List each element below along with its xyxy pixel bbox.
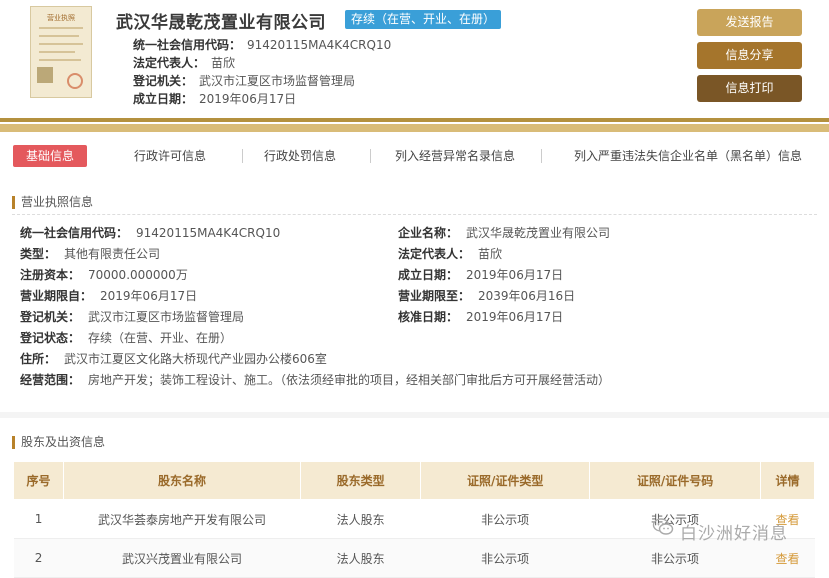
legal-rep-value: 苗欣 — [211, 56, 236, 70]
legal-rep-label: 法定代表人： — [133, 56, 206, 70]
field-value: 存续（在营、开业、在册） — [88, 331, 233, 345]
field-label: 法定代表人： — [398, 247, 471, 261]
section-gap — [0, 412, 829, 418]
field-value: 2019年06月17日 — [466, 310, 564, 324]
tab-abnormal-list[interactable]: 列入经营异常名录信息 — [382, 145, 528, 167]
field-address: 住所： 武汉市江夏区文化路大桥现代产业园办公楼606室 — [20, 350, 327, 367]
column-header: 股东类型 — [300, 461, 422, 500]
field-label: 营业期限至： — [398, 289, 471, 303]
field-legal-rep: 法定代表人： 苗欣 — [398, 245, 502, 262]
column-header: 证照/证件号码 — [589, 461, 761, 500]
column-header: 股东名称 — [63, 461, 302, 500]
table-cell: 法人股东 — [300, 538, 421, 578]
field-value: 2019年06月17日 — [100, 289, 198, 303]
table-cell: 武汉兴茂置业有限公司 — [63, 538, 301, 578]
field-value: 2019年06月17日 — [466, 268, 564, 282]
column-header: 证照/证件类型 — [420, 461, 591, 500]
credit-code-value: 91420115MA4K4CRQ10 — [247, 38, 392, 52]
column-header: 序号 — [12, 461, 65, 500]
field-credit-code: 统一社会信用代码： 91420115MA4K4CRQ10 — [20, 224, 280, 241]
field-label: 营业期限自： — [20, 289, 93, 303]
table-cell: 1 — [13, 499, 64, 539]
field-label: 统一社会信用代码： — [20, 226, 129, 240]
qr-code-icon — [37, 67, 53, 83]
field-value: 武汉市江夏区市场监督管理局 — [88, 310, 245, 324]
shareholders-section-title: 股东及出资信息 — [12, 436, 105, 449]
field-label: 类型： — [20, 247, 57, 261]
field-label: 住所： — [20, 352, 57, 366]
field-label: 经营范围： — [20, 373, 81, 387]
status-badge: 存续（在营、开业、在册） — [345, 10, 502, 29]
table-cell: 非公示项 — [420, 538, 590, 578]
field-capital: 注册资本： 70000.000000万 — [20, 266, 188, 283]
field-value: 武汉市江夏区文化路大桥现代产业园办公楼606室 — [64, 352, 327, 366]
field-value: 2039年06月16日 — [478, 289, 576, 303]
tab-admin-penalty[interactable]: 行政处罚信息 — [250, 145, 350, 167]
field-scope: 经营范围： 房地产开发；装饰工程设计、施工。（依法须经审批的项目，经相关部门审批后… — [20, 371, 610, 388]
column-header: 详情 — [760, 461, 815, 500]
tab-blacklist[interactable]: 列入严重违法失信企业名单（黑名单）信息 — [561, 145, 815, 167]
license-section-title: 营业执照信息 — [12, 196, 93, 209]
header-credit-code: 统一社会信用代码： 91420115MA4K4CRQ10 — [133, 36, 391, 53]
field-value: 其他有限责任公司 — [64, 247, 161, 261]
print-button[interactable]: 信息打印 — [697, 75, 802, 102]
authority-value: 武汉市江夏区市场监督管理局 — [199, 74, 356, 88]
field-value: 91420115MA4K4CRQ10 — [136, 226, 281, 240]
field-term-from: 营业期限自： 2019年06月17日 — [20, 287, 197, 304]
table-header-row: 序号 股东名称 股东类型 证照/证件类型 证照/证件号码 详情 — [12, 461, 815, 500]
field-authority: 登记机关： 武汉市江夏区市场监督管理局 — [20, 308, 244, 325]
field-value: 苗欣 — [478, 247, 503, 261]
field-type: 类型： 其他有限责任公司 — [20, 245, 160, 262]
table-cell: 2 — [13, 538, 64, 578]
field-label: 登记机关： — [20, 310, 81, 324]
field-term-to: 营业期限至： 2039年06月16日 — [398, 287, 575, 304]
seal-icon — [67, 73, 83, 89]
send-report-button[interactable]: 发送报告 — [697, 9, 802, 36]
field-value: 武汉华晟乾茂置业有限公司 — [466, 226, 611, 240]
wechat-icon — [652, 518, 674, 535]
tab-admin-license[interactable]: 行政许可信息 — [118, 145, 222, 167]
field-value: 70000.000000万 — [88, 268, 188, 282]
established-label: 成立日期： — [133, 92, 194, 106]
share-button[interactable]: 信息分享 — [697, 42, 802, 69]
field-reg-status: 登记状态： 存续（在营、开业、在册） — [20, 329, 232, 346]
field-label: 登记状态： — [20, 331, 81, 345]
field-value: 房地产开发；装饰工程设计、施工。（依法须经审批的项目，经相关部门审批后方可开展经… — [88, 373, 611, 387]
view-detail-link[interactable]: 查看 — [760, 538, 815, 578]
header-established: 成立日期： 2019年06月17日 — [133, 90, 296, 107]
field-established: 成立日期： 2019年06月17日 — [398, 266, 563, 283]
authority-label: 登记机关： — [133, 74, 194, 88]
credit-code-label: 统一社会信用代码： — [133, 38, 242, 52]
gold-divider-light — [0, 124, 829, 132]
company-name: 武汉华晟乾茂置业有限公司 — [116, 13, 326, 33]
table-cell: 法人股东 — [300, 499, 421, 539]
table-row: 2 武汉兴茂置业有限公司 法人股东 非公示项 非公示项 查看 — [13, 538, 815, 578]
field-label: 核准日期： — [398, 310, 459, 324]
watermark-text: 白沙洲好消息 — [680, 524, 788, 544]
field-label: 注册资本： — [20, 268, 81, 282]
field-label: 企业名称： — [398, 226, 459, 240]
tab-basic-info[interactable]: 基础信息 — [13, 145, 87, 167]
table-cell: 非公示项 — [589, 538, 761, 578]
field-label: 成立日期： — [398, 268, 459, 282]
field-company: 企业名称： 武汉华晟乾茂置业有限公司 — [398, 224, 610, 241]
gold-divider — [0, 118, 829, 122]
license-thumbnail[interactable]: 营业执照 — [30, 6, 92, 98]
header-legal-rep: 法定代表人： 苗欣 — [133, 54, 235, 71]
table-cell: 武汉华荟泰房地产开发有限公司 — [63, 499, 301, 539]
established-value: 2019年06月17日 — [199, 92, 297, 106]
header-authority: 登记机关： 武汉市江夏区市场监督管理局 — [133, 72, 355, 89]
thumbnail-caption: 营业执照 — [47, 14, 75, 22]
table-cell: 非公示项 — [420, 499, 590, 539]
field-approval: 核准日期： 2019年06月17日 — [398, 308, 563, 325]
